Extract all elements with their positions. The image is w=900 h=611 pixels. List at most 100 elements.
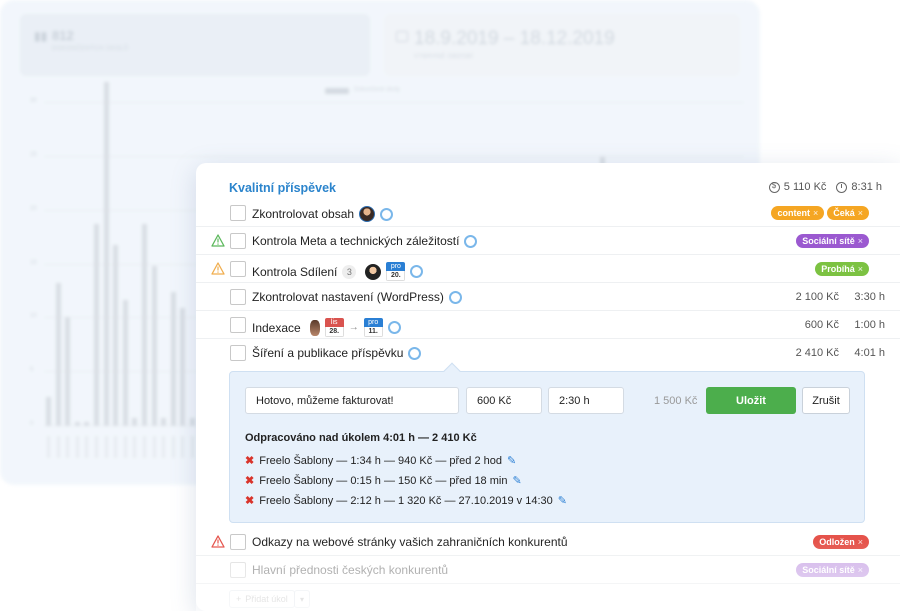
task-checkbox[interactable] — [230, 233, 246, 249]
chart-x-tick — [47, 436, 50, 458]
assignee-avatar[interactable] — [365, 263, 382, 280]
chart-bar — [190, 417, 195, 426]
remove-tag-icon[interactable]: × — [858, 565, 863, 575]
work-hours-input[interactable]: 2:30 h — [548, 387, 624, 414]
task-status-ring-icon[interactable] — [380, 207, 394, 221]
task-status-ring-icon[interactable] — [408, 346, 422, 360]
task-row-indexace[interactable]: Indexace lis 28. → pro 11. 600 Kč 1:00 h — [196, 311, 900, 339]
task-checkbox[interactable] — [230, 289, 246, 305]
chart-x-tick — [123, 436, 127, 458]
task-checkbox[interactable] — [230, 317, 246, 333]
task-checkbox[interactable] — [230, 261, 246, 277]
task-label[interactable]: Kontrola Sdílení — [252, 265, 337, 279]
task-row-sireni-publikace[interactable]: Šíření a publikace příspěvku 2 410 Kč 4:… — [196, 339, 900, 367]
task-label[interactable]: Zkontrolovat obsah — [252, 207, 354, 221]
task-label[interactable]: Odkazy na webové stránky vašich zahranič… — [252, 535, 568, 549]
chart-bar — [161, 417, 167, 426]
remove-tag-icon[interactable]: × — [858, 236, 863, 246]
task-checkbox[interactable] — [230, 205, 246, 221]
chart-bar — [94, 224, 99, 426]
chart-bar — [180, 308, 186, 426]
remove-tag-icon[interactable]: × — [813, 208, 818, 218]
warning-triangle-icon — [211, 234, 225, 247]
tag-label: Odložen — [819, 537, 855, 547]
due-date-badge[interactable]: pro 11. — [363, 318, 383, 337]
task-checkbox[interactable] — [230, 562, 246, 578]
worked-summary: Odpracováno nad úkolem 4:01 h — 2 410 Kč — [245, 432, 477, 444]
task-row-zkontrolovat-nastaveni[interactable]: Zkontrolovat nastavení (WordPress) 2 100… — [196, 283, 900, 311]
chart-gridline — [44, 102, 744, 103]
chart-axis-label: 15 — [30, 259, 37, 266]
chart-x-tick — [171, 436, 175, 458]
assignee-avatar[interactable] — [359, 206, 376, 222]
tag-content[interactable]: content × — [771, 206, 825, 220]
chart-bar — [132, 417, 138, 426]
remove-tag-icon[interactable]: × — [858, 537, 863, 547]
tag-socialni-site[interactable]: Sociální sítě × — [796, 563, 869, 577]
save-button[interactable]: Uložit — [706, 387, 796, 414]
start-date-badge[interactable]: lis 28. — [324, 318, 344, 337]
warning-triangle-icon — [211, 262, 225, 275]
task-status-ring-icon[interactable] — [448, 290, 462, 304]
edit-pencil-icon[interactable]: ✎ — [558, 494, 567, 507]
work-entry-text: Freelo Šablony — 2:12 h — 1 320 Kč — 27.… — [259, 494, 553, 507]
chart-bar — [84, 421, 90, 426]
task-label-wrap: Kontrola Sdílení 3 pro 20. — [252, 262, 424, 281]
due-date-badge[interactable]: pro 20. — [386, 262, 406, 281]
task-time: 4:01 h — [854, 347, 885, 359]
task-label[interactable]: Hlavní přednosti českých konkurentů — [252, 563, 448, 577]
delete-entry-icon[interactable]: ✖ — [245, 474, 254, 487]
task-label-wrap: Zkontrolovat nastavení (WordPress) — [252, 290, 462, 304]
task-label-wrap: Zkontrolovat obsah — [252, 206, 394, 222]
chart-gridline — [44, 155, 744, 157]
stat-completed-label: DOKONČENÝCH ÚKOLŮ — [52, 46, 129, 52]
chart-bar — [65, 316, 71, 426]
tag-socialni-site[interactable]: Sociální sítě × — [796, 234, 869, 248]
clock-icon — [836, 181, 848, 193]
task-label[interactable]: Šíření a publikace příspěvku — [252, 346, 403, 360]
chart-x-tick — [95, 436, 98, 458]
chart-x-tick — [181, 436, 185, 458]
tag-ceka[interactable]: Čeká × — [827, 206, 869, 220]
add-task-button[interactable]: + Přidat úkol — [229, 590, 295, 608]
start-month: lis — [324, 318, 344, 327]
cancel-button[interactable]: Zrušit — [802, 387, 850, 414]
chart-x-tick — [56, 436, 60, 458]
task-label[interactable]: Kontrola Meta a technických záležitostí — [252, 234, 459, 248]
tag-odlozen[interactable]: Odložen × — [813, 535, 869, 549]
task-row-kontrola-sdileni[interactable]: Kontrola Sdílení 3 pro 20. Probíhá × — [196, 255, 900, 283]
task-list-title[interactable]: Kvalitní příspěvek — [229, 181, 336, 195]
remove-tag-icon[interactable]: × — [858, 208, 863, 218]
delete-entry-icon[interactable]: ✖ — [245, 454, 254, 467]
edit-pencil-icon[interactable]: ✎ — [507, 454, 516, 467]
chart-bar — [151, 266, 157, 426]
task-status-ring-icon[interactable] — [387, 321, 401, 334]
task-checkbox[interactable] — [230, 534, 246, 550]
chart-legend-swatch — [325, 88, 349, 94]
task-status-ring-icon[interactable] — [464, 234, 478, 248]
task-time: 1:00 h — [854, 319, 885, 331]
task-checkbox[interactable] — [230, 345, 246, 361]
assignee-avatar[interactable] — [309, 319, 320, 336]
task-label[interactable]: Indexace — [252, 321, 301, 335]
plus-icon: + — [236, 594, 242, 604]
task-row-kontrola-meta[interactable]: Kontrola Meta a technických záležitostí … — [196, 227, 900, 255]
task-label[interactable]: Zkontrolovat nastavení (WordPress) — [252, 290, 444, 304]
work-price-input[interactable]: 600 Kč — [466, 387, 542, 414]
edit-pencil-icon[interactable]: ✎ — [512, 474, 521, 487]
task-list-card: Kvalitní příspěvek 5 110 Kč 8:31 h Zkont… — [196, 163, 900, 611]
task-row-zkontrolovat-obsah[interactable]: Zkontrolovat obsah content × Čeká × — [196, 199, 900, 227]
add-task-dropdown[interactable]: ▾ — [294, 590, 310, 608]
work-note-input[interactable]: Hotovo, můžeme fakturovat! — [245, 387, 459, 414]
tag-label: content — [777, 208, 810, 218]
work-entry: ✖ Freelo Šablony — 2:12 h — 1 320 Kč — 2… — [245, 494, 567, 508]
task-tags: Odložen × — [813, 535, 869, 549]
task-status-ring-icon[interactable] — [410, 265, 424, 278]
chart-x-tick — [66, 436, 70, 458]
delete-entry-icon[interactable]: ✖ — [245, 494, 254, 507]
tag-probiha[interactable]: Probíhá × — [815, 262, 869, 276]
task-row-prednosti-konkurentu[interactable]: Hlavní přednosti českých konkurentů Soci… — [196, 556, 900, 584]
remove-tag-icon[interactable]: × — [858, 264, 863, 274]
comment-count-badge[interactable]: 3 — [342, 264, 357, 279]
task-row-odkazy-konkurentu[interactable]: Odkazy na webové stránky vašich zahranič… — [196, 528, 900, 556]
